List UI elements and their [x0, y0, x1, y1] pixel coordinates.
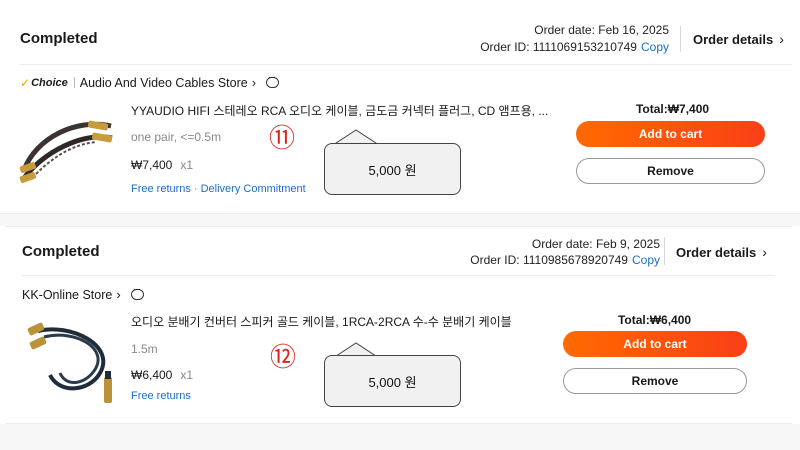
delivery-commitment-link[interactable]: Delivery Commitment: [201, 183, 306, 195]
product-price: ₩6,400: [131, 368, 173, 382]
store-name[interactable]: Audio And Video Cables Store: [80, 76, 248, 90]
annotation-number: ⑪: [269, 124, 296, 154]
copy-order-id-button[interactable]: Copy: [641, 40, 669, 54]
free-returns-link[interactable]: Free returns: [131, 390, 191, 402]
choice-badge: ✓ Choice: [20, 76, 68, 90]
store-row[interactable]: ✓ Choice Audio And Video Cables Store ›: [20, 72, 280, 90]
store-name[interactable]: KK-Online Store: [22, 288, 112, 302]
product-title[interactable]: YYAUDIO HIFI 스테레오 RCA 오디오 케이블, 금도금 커넥터 플…: [131, 102, 548, 119]
chat-icon[interactable]: [266, 72, 280, 88]
annotation-number: ⑫: [270, 343, 297, 373]
chevron-right-icon: ›: [116, 287, 121, 302]
separator-dot: ·: [193, 183, 198, 195]
remove-button[interactable]: Remove: [576, 158, 765, 184]
card-separator: [0, 214, 800, 226]
order-total: Total:₩6,400: [617, 313, 692, 327]
product-variant: 1.5m: [131, 342, 158, 356]
order-total: Total:₩7,400: [635, 102, 710, 116]
add-to-cart-button[interactable]: Add to cart: [563, 331, 747, 357]
choice-badge-text: Choice: [31, 76, 68, 89]
order-id: Order ID: 1110985678920749 Copy: [470, 253, 660, 267]
page-bottom: [0, 424, 800, 450]
order-card-2: Completed Order date: Feb 9, 2025 Order …: [6, 226, 792, 424]
order-details-link[interactable]: Order details ›: [676, 244, 767, 260]
store-row[interactable]: KK-Online Store ›: [22, 284, 144, 302]
price-row: ₩7,400 x1: [131, 158, 193, 172]
order-date: Order date: Feb 9, 2025: [531, 237, 660, 251]
price-callout: 5,000 원: [324, 143, 461, 195]
price-row: ₩6,400 x1: [131, 368, 193, 382]
chevron-right-icon: ›: [779, 31, 784, 47]
order-card-1: Completed Order date: Feb 16, 2025 Order…: [0, 0, 800, 214]
order-id-text: Order ID: 1110985678920749: [470, 253, 628, 267]
order-id: Order ID: 1111069153210749 Copy: [480, 40, 669, 54]
order-details-label: Order details: [676, 245, 757, 260]
price-callout: 5,000 원: [324, 355, 461, 407]
order-details-link[interactable]: Order details ›: [693, 31, 784, 47]
divider: [680, 26, 681, 52]
product-qty: x1: [180, 368, 194, 382]
remove-button[interactable]: Remove: [563, 368, 747, 394]
badge-divider: [73, 77, 75, 88]
product-image[interactable]: [20, 315, 120, 411]
add-to-cart-button[interactable]: Add to cart: [576, 121, 765, 147]
product-variant: one pair, <=0.5m: [131, 130, 222, 144]
divider: [664, 237, 665, 265]
chevron-right-icon: ›: [762, 244, 767, 260]
product-qty: x1: [180, 158, 194, 172]
product-image[interactable]: [16, 108, 116, 190]
product-title[interactable]: 오디오 분배기 컨버터 스피커 골드 케이블, 1RCA-2RCA 수-수 분배…: [131, 313, 512, 330]
chat-icon[interactable]: [130, 284, 144, 300]
order-details-label: Order details: [693, 32, 774, 47]
header-divider: [20, 64, 792, 65]
order-status: Completed: [22, 243, 100, 260]
copy-order-id-button[interactable]: Copy: [632, 253, 660, 267]
service-links: Free returns: [131, 390, 191, 402]
choice-check-icon: ✓: [20, 75, 31, 90]
free-returns-link[interactable]: Free returns: [131, 183, 191, 195]
header-divider: [22, 275, 774, 276]
product-price: ₩7,400: [131, 158, 173, 172]
order-id-text: Order ID: 1111069153210749: [480, 40, 637, 54]
order-date: Order date: Feb 16, 2025: [534, 23, 669, 37]
chevron-right-icon: ›: [251, 75, 257, 90]
service-links: Free returns · Delivery Commitment: [131, 183, 306, 195]
order-status: Completed: [20, 30, 98, 47]
